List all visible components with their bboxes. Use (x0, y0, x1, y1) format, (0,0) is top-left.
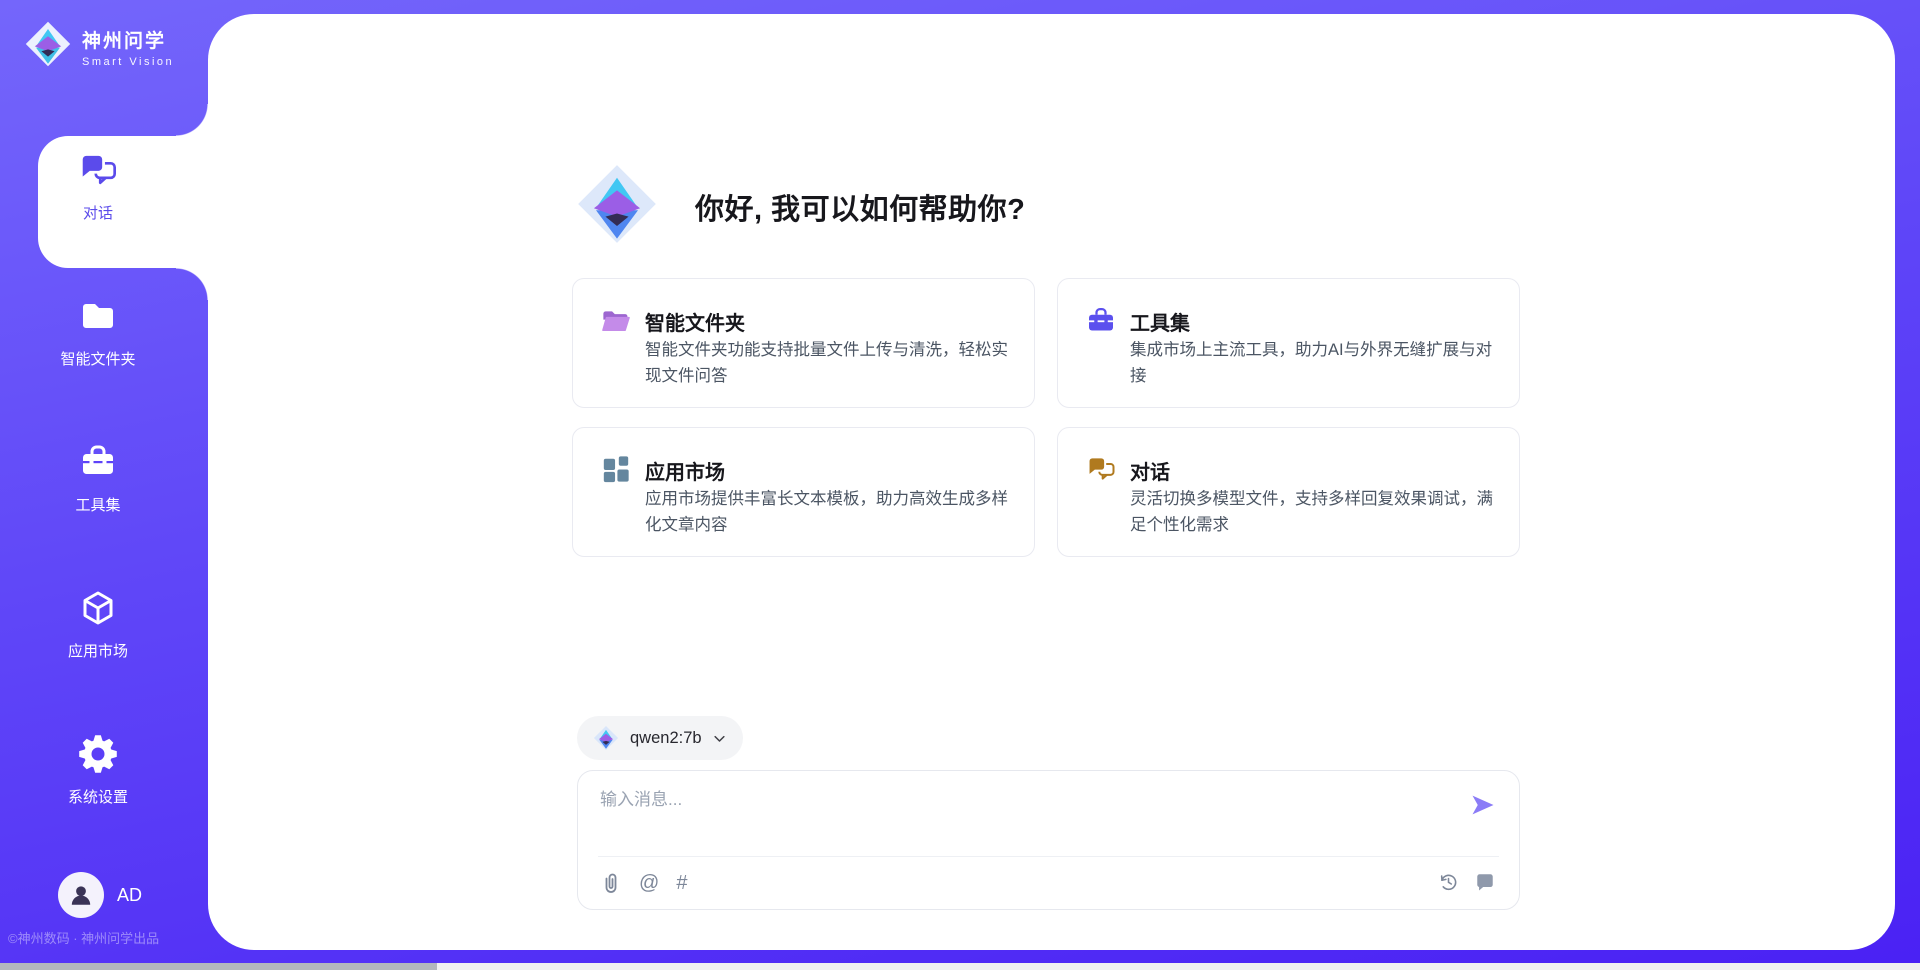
bubble-fillet-top (176, 104, 208, 136)
card-title: 对话 (1130, 456, 1170, 485)
brand-subtitle: Smart Vision (82, 56, 174, 68)
greeting: 你好, 我可以如何帮助你? (575, 162, 1025, 251)
history-icon[interactable] (1438, 871, 1460, 895)
greeting-title: 你好, 我可以如何帮助你? (695, 186, 1025, 228)
sidebar-item-settings[interactable]: 系统设置 (0, 734, 196, 807)
card-description: 集成市场上主流工具，助力AI与外界无缝扩展与对接 (1130, 337, 1500, 389)
card-description: 智能文件夹功能支持批量文件上传与清洗，轻松实现文件问答 (645, 337, 1015, 389)
briefcase-icon (1086, 305, 1116, 335)
chevron-down-icon (712, 731, 727, 746)
cube-icon (78, 588, 118, 628)
model-diamond-icon (593, 725, 619, 751)
briefcase-icon (78, 442, 118, 482)
main-panel: 你好, 我可以如何帮助你? 智能文件夹 智能文件夹功能支持批量文件上传与清洗，轻… (208, 14, 1895, 950)
sidebar: 神州问学 Smart Vision 对话 (0, 0, 208, 970)
feature-cards: 智能文件夹 智能文件夹功能支持批量文件上传与清洗，轻松实现文件问答 工具集 集成… (572, 278, 1520, 557)
model-name: qwen2:7b (630, 729, 702, 748)
sidebar-item-label: 工具集 (0, 494, 196, 515)
sidebar-item-toolset[interactable]: 工具集 (0, 442, 196, 515)
attachment-icon[interactable] (600, 871, 622, 895)
folder-icon (78, 296, 118, 336)
feedback-bubble-icon[interactable] (1475, 871, 1497, 895)
scrollbar-thumb[interactable] (0, 963, 437, 970)
send-icon[interactable] (1469, 791, 1497, 819)
card-chat[interactable]: 对话 灵活切换多模型文件，支持多样回复效果调试，满足个性化需求 (1057, 427, 1520, 557)
folder-open-icon (601, 305, 631, 335)
mention-icon[interactable]: @ (639, 871, 659, 895)
sidebar-item-label: 对话 (0, 202, 196, 223)
gear-icon (78, 734, 118, 774)
sidebar-item-app-market[interactable]: 应用市场 (0, 588, 196, 661)
copyright-text: ©神州数码 · 神州问学出品 (8, 928, 159, 947)
hashtag-icon[interactable]: # (676, 871, 687, 895)
card-toolset[interactable]: 工具集 集成市场上主流工具，助力AI与外界无缝扩展与对接 (1057, 278, 1520, 408)
app-root: 神州问学 Smart Vision 对话 (0, 0, 1920, 970)
card-title: 智能文件夹 (645, 307, 745, 336)
model-selector[interactable]: qwen2:7b (577, 716, 743, 760)
chat-bubbles-icon (1086, 454, 1116, 484)
brand-diamond-icon (24, 20, 72, 73)
user-name: AD (117, 885, 142, 906)
message-input[interactable] (600, 785, 1450, 847)
composer-tools-left: @ # (600, 871, 687, 895)
sidebar-item-label: 应用市场 (0, 640, 196, 661)
chat-bubbles-icon (78, 150, 118, 190)
sidebar-item-chat[interactable]: 对话 (0, 150, 196, 223)
sidebar-item-label: 系统设置 (0, 786, 196, 807)
composer-tools-right (1438, 871, 1497, 895)
composer: @ # (577, 770, 1520, 910)
grid-icon (601, 454, 631, 484)
card-smart-folder[interactable]: 智能文件夹 智能文件夹功能支持批量文件上传与清洗，轻松实现文件问答 (572, 278, 1035, 408)
brand-title: 神州问学 (82, 31, 166, 52)
card-title: 工具集 (1130, 307, 1190, 336)
brand-logo: 神州问学 Smart Vision (24, 20, 174, 73)
greeting-diamond-icon (575, 162, 659, 251)
person-icon (68, 882, 94, 908)
composer-divider (598, 856, 1499, 857)
card-app-market[interactable]: 应用市场 应用市场提供丰富长文本模板，助力高效生成多样化文章内容 (572, 427, 1035, 557)
avatar (58, 872, 104, 918)
horizontal-scrollbar[interactable] (0, 963, 1920, 970)
card-description: 灵活切换多模型文件，支持多样回复效果调试，满足个性化需求 (1130, 486, 1500, 538)
sidebar-item-smart-folder[interactable]: 智能文件夹 (0, 296, 196, 369)
card-title: 应用市场 (645, 456, 725, 485)
sidebar-item-label: 智能文件夹 (0, 348, 196, 369)
user-menu[interactable]: AD (58, 872, 142, 918)
card-description: 应用市场提供丰富长文本模板，助力高效生成多样化文章内容 (645, 486, 1015, 538)
